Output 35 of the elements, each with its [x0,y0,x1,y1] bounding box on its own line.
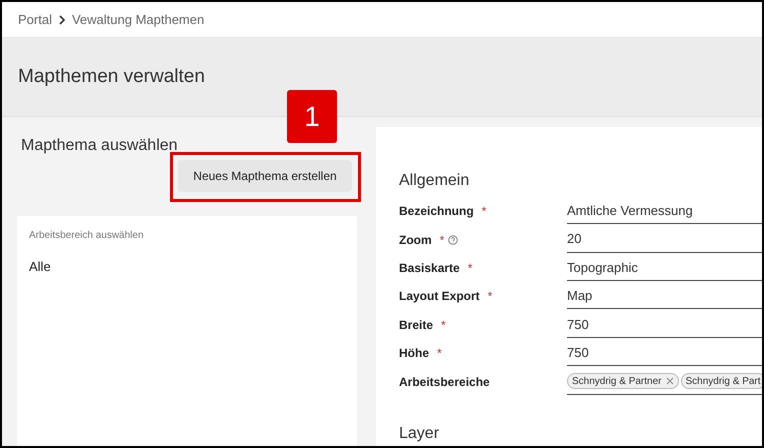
input-field[interactable]: 750 [567,312,762,338]
required-mark: * [488,288,492,306]
workspace-chip: Schnydrig & Part [680,373,762,390]
workspace-label: Arbeitsbereich auswählen [29,229,145,243]
field-label: Arbeitsbereiche [399,374,490,391]
section-title: Mapthema auswählen [21,136,178,156]
input-field[interactable]: Amtliche Vermessung [567,198,762,224]
close-icon[interactable] [666,377,674,386]
required-mark: * [437,345,442,362]
required-mark: * [441,316,446,334]
workspace-chip: Schnydrig & Partner [567,373,678,390]
input-field[interactable]: Topographic [567,255,762,282]
field-label: Zoom [399,232,432,249]
section-heading: Allgemein [399,171,470,191]
required-mark: * [468,260,472,278]
breadcrumb-link[interactable]: Vewaltung Mapthemen [72,10,204,30]
callout-badge: 1 [287,90,337,143]
chevron-right-icon [58,14,66,24]
section-heading: Layer [399,424,440,444]
breadcrumb-link[interactable]: Portal [18,10,52,30]
field-label: Layout Export [399,288,480,306]
input-field[interactable]: 20 [567,226,762,253]
help-icon[interactable] [448,234,458,245]
field-label: Basiskarte [399,260,460,278]
chips-field[interactable]: Schnydrig & Partner Schnydrig & Part [567,368,762,395]
required-mark: * [482,203,486,220]
field-label: Breite [399,316,434,334]
input-field[interactable]: Map [567,283,762,310]
page-title: Mapthemen verwalten [18,64,205,89]
input-field[interactable]: 750 [567,340,762,366]
required-mark: * [440,232,444,249]
new-theme-button[interactable]: Neues Mapthema erstellen [178,160,352,192]
field-label: Höhe [399,345,429,362]
workspace-item[interactable]: Alle [29,257,345,276]
field-label: Bezeichnung [399,203,474,220]
